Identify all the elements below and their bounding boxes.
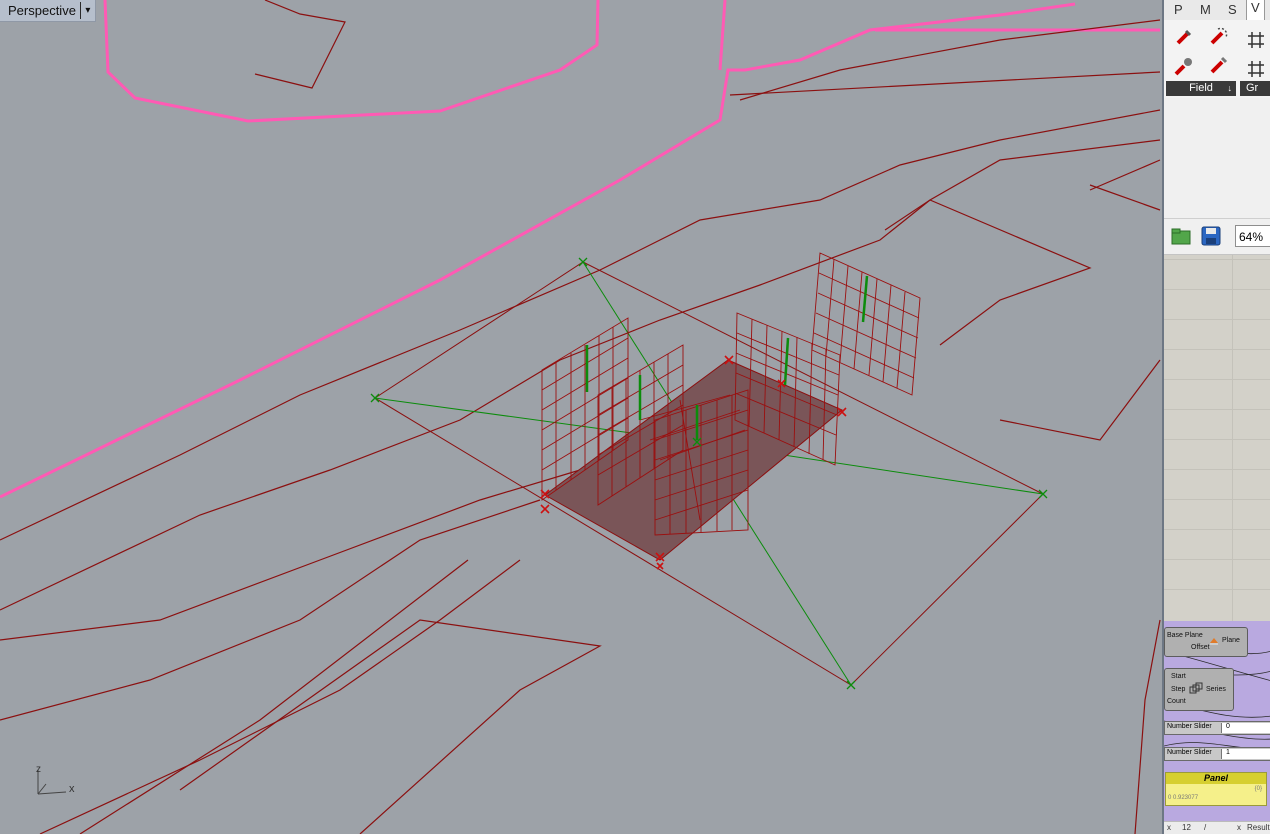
- grid-line: [1164, 379, 1270, 380]
- base-slab: [544, 359, 843, 561]
- series-input-start: Start: [1171, 673, 1186, 680]
- vector-force-icon[interactable]: [1206, 54, 1230, 78]
- grid-line: [1164, 319, 1270, 320]
- slider-track[interactable]: 0: [1221, 723, 1270, 733]
- series-input-step: Step: [1171, 686, 1186, 693]
- tab-m[interactable]: M: [1200, 2, 1211, 17]
- number-slider-1[interactable]: Number Slider 0: [1164, 721, 1270, 735]
- panel-path: {0}: [1254, 786, 1262, 792]
- series-component[interactable]: Start Step Count Series: [1164, 668, 1234, 711]
- grid-line: [1164, 499, 1270, 500]
- status-x[interactable]: x: [1167, 823, 1171, 832]
- status-bar: x 12 / x Result: [1164, 821, 1270, 834]
- status-x2[interactable]: x: [1237, 823, 1241, 832]
- status-count: 12: [1182, 823, 1191, 832]
- grid-line: [1164, 409, 1270, 410]
- pink-curves: [0, 0, 1160, 499]
- series-input-count: Count: [1167, 698, 1186, 705]
- grid-rect-icon[interactable]: [1244, 28, 1268, 52]
- slider-track[interactable]: 1: [1221, 749, 1270, 759]
- plane-icon: [1210, 638, 1218, 645]
- plane-component[interactable]: Base Plane Offset Plane: [1164, 627, 1248, 657]
- grasshopper-panel: P M S V Field ↓ Gr 64% Base Plane Offset…: [1162, 0, 1270, 834]
- group-field-text: Field: [1189, 82, 1213, 94]
- number-slider-2[interactable]: Number Slider 1: [1164, 747, 1270, 761]
- tab-p[interactable]: P: [1174, 2, 1183, 17]
- slider-value: 0: [1226, 723, 1230, 730]
- gh-canvas[interactable]: Base Plane Offset Plane Start Step Count…: [1164, 255, 1270, 822]
- tab-s[interactable]: S: [1228, 2, 1237, 17]
- plane-input-offset: Offset: [1191, 644, 1210, 651]
- scene-geometry[interactable]: [0, 0, 1162, 834]
- status-result: Result: [1247, 823, 1270, 832]
- open-file-icon[interactable]: [1170, 225, 1192, 247]
- gh-toolbar: 64%: [1164, 220, 1270, 255]
- ribbon-empty-area: [1164, 98, 1270, 219]
- axis-x-label: x: [69, 783, 75, 795]
- plane-output: Plane: [1222, 637, 1240, 644]
- viewport-title[interactable]: Perspective ▾: [0, 0, 96, 22]
- grid-line: [1164, 349, 1270, 350]
- grid-line: [1164, 559, 1270, 560]
- viewport-name[interactable]: Perspective: [0, 0, 80, 21]
- grid-line: [1164, 529, 1270, 530]
- contour-curves: [0, 0, 1161, 834]
- save-file-icon[interactable]: [1200, 225, 1222, 247]
- grid-line: [1164, 289, 1270, 290]
- field-line-icon[interactable]: [1172, 25, 1196, 49]
- group-expand-icon[interactable]: ↓: [1228, 81, 1233, 96]
- axis-gizmo: x z: [26, 764, 86, 809]
- panel-component[interactable]: Panel {0} 0 0.923077: [1165, 772, 1267, 806]
- viewport-dropdown-icon[interactable]: ▾: [79, 2, 95, 19]
- grid-line: [1164, 259, 1270, 260]
- panel-output: 0 0.923077: [1168, 795, 1199, 801]
- tab-v[interactable]: V: [1246, 0, 1265, 20]
- series-output: Series: [1206, 686, 1226, 693]
- point-charge-icon[interactable]: [1172, 54, 1196, 78]
- slider-label: Number Slider: [1167, 723, 1212, 730]
- panel-title: Panel: [1166, 773, 1266, 784]
- rhino-viewport[interactable]: Perspective ▾ x z: [0, 0, 1162, 834]
- grid-line: [1164, 439, 1270, 440]
- slider-label: Number Slider: [1167, 749, 1212, 756]
- grid-line: [1164, 589, 1270, 590]
- zoom-field[interactable]: 64%: [1235, 225, 1270, 247]
- spin-force-icon[interactable]: [1206, 25, 1230, 49]
- status-sep: /: [1204, 823, 1207, 832]
- plane-input-base: Base Plane: [1167, 632, 1203, 639]
- series-icon: [1189, 682, 1203, 694]
- ribbon-tabs: P M S V: [1164, 0, 1270, 21]
- axis-z-label: z: [36, 764, 41, 775]
- grid-line: [1164, 469, 1270, 470]
- grid-square-icon[interactable]: [1244, 57, 1268, 81]
- slider-value: 1: [1226, 749, 1230, 756]
- group-label-grid: Gr: [1240, 81, 1270, 96]
- group-label-field: Field ↓: [1166, 81, 1236, 96]
